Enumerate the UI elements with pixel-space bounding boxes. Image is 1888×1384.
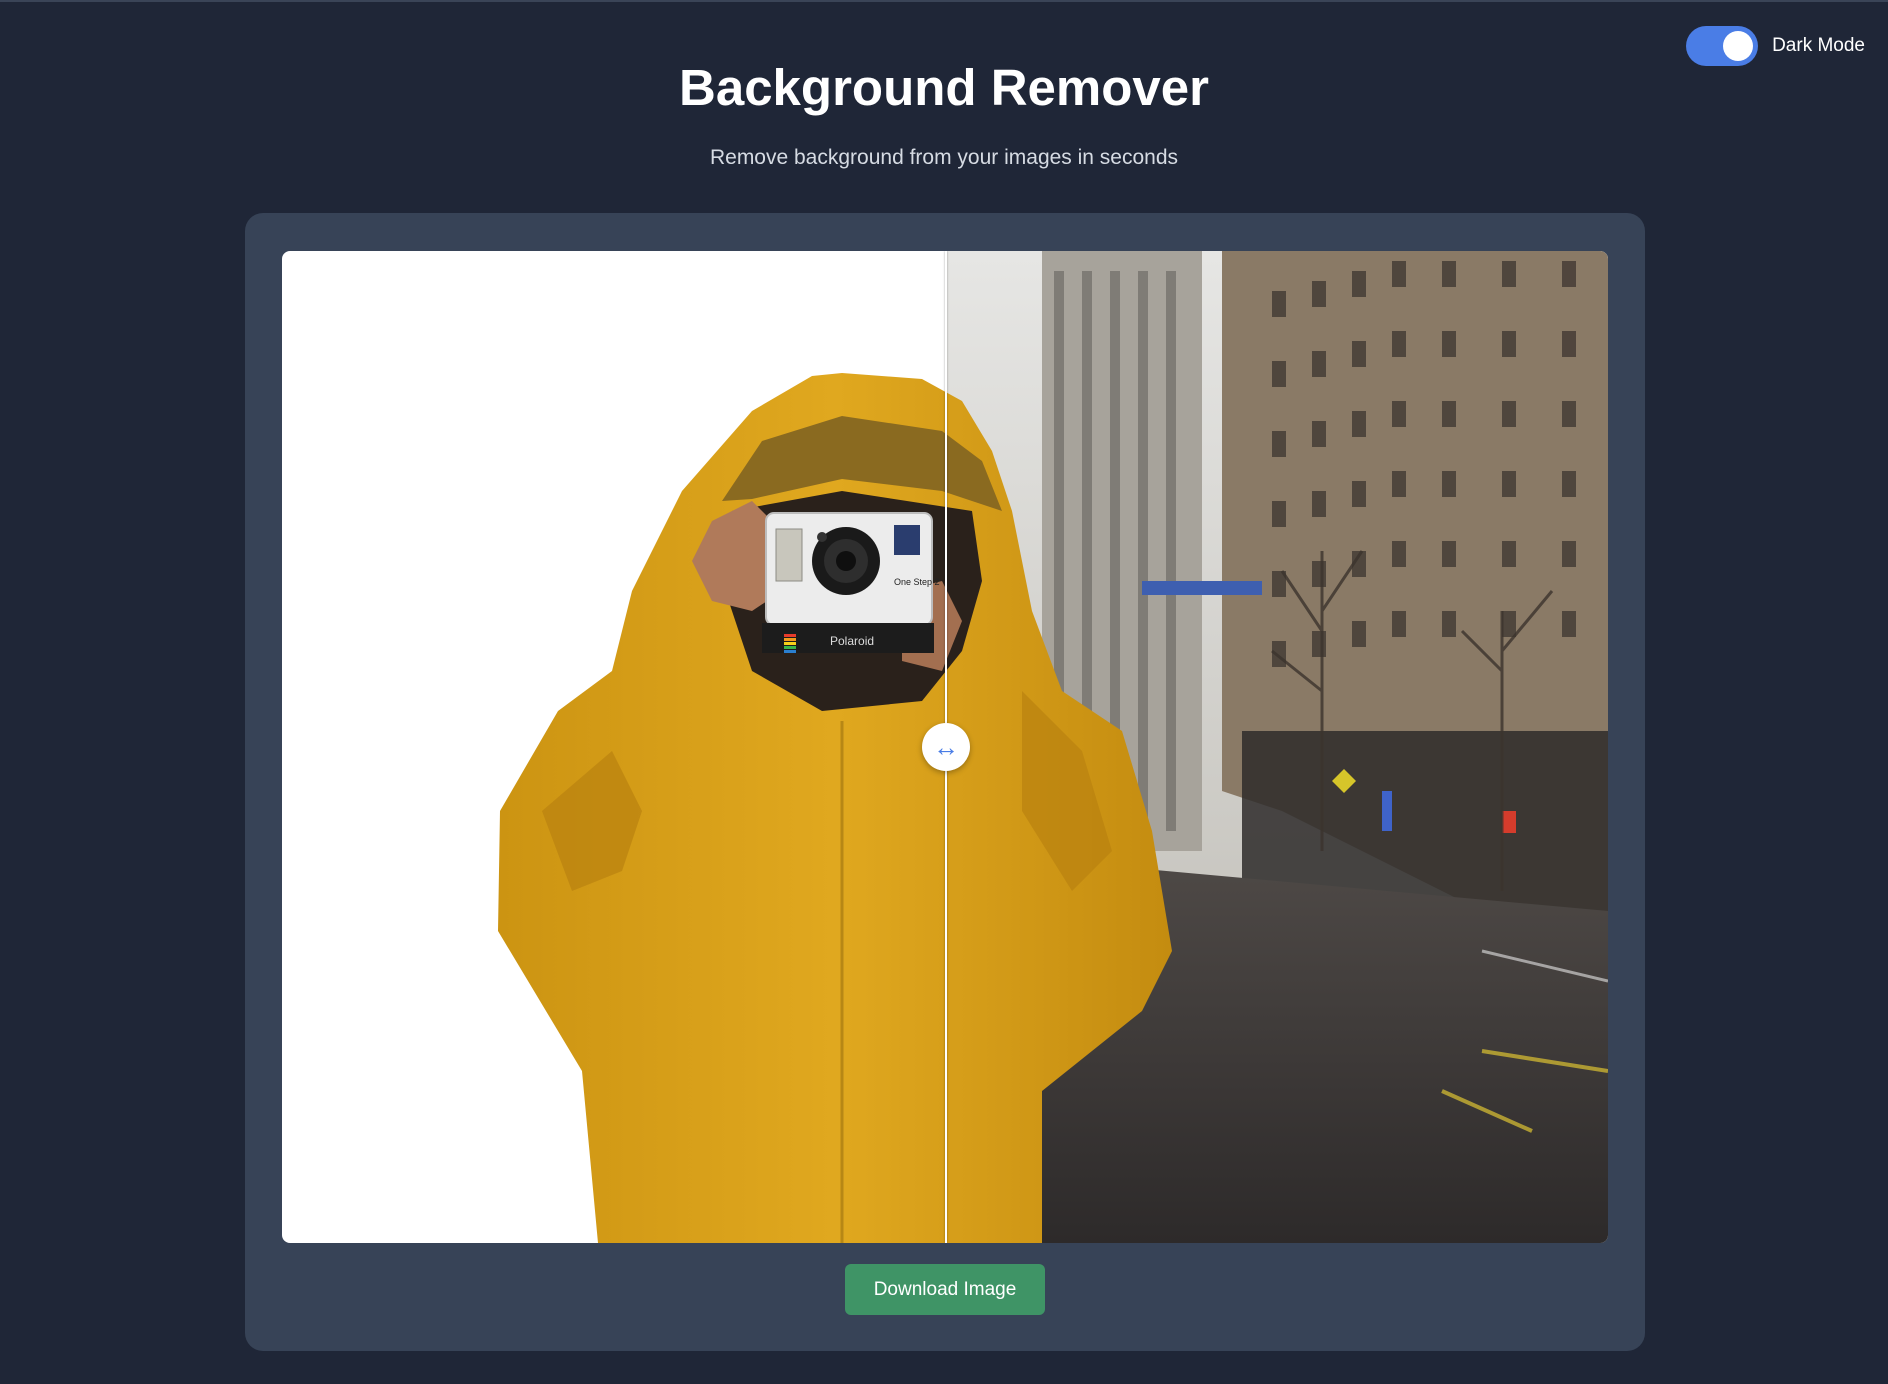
comparison-slider-handle[interactable]: ↔ bbox=[922, 723, 970, 771]
page-subtitle: Remove background from your images in se… bbox=[709, 146, 1179, 169]
dark-mode-label: Dark Mode bbox=[1772, 35, 1865, 56]
top-border bbox=[0, 0, 1888, 2]
arrows-left-right-icon: ↔ bbox=[933, 732, 959, 762]
download-image-button[interactable]: Download Image bbox=[845, 1264, 1045, 1315]
editor-card: Polaroid One Step 2 ↔ Download Image bbox=[245, 213, 1645, 1351]
switch-knob bbox=[1723, 31, 1754, 61]
camera-model-text: One Step 2 bbox=[894, 577, 940, 587]
camera-brand-text: Polaroid bbox=[830, 634, 874, 648]
before-after-comparison[interactable]: Polaroid One Step 2 ↔ bbox=[282, 251, 1608, 1243]
page-title: Background Remover bbox=[679, 59, 1209, 116]
